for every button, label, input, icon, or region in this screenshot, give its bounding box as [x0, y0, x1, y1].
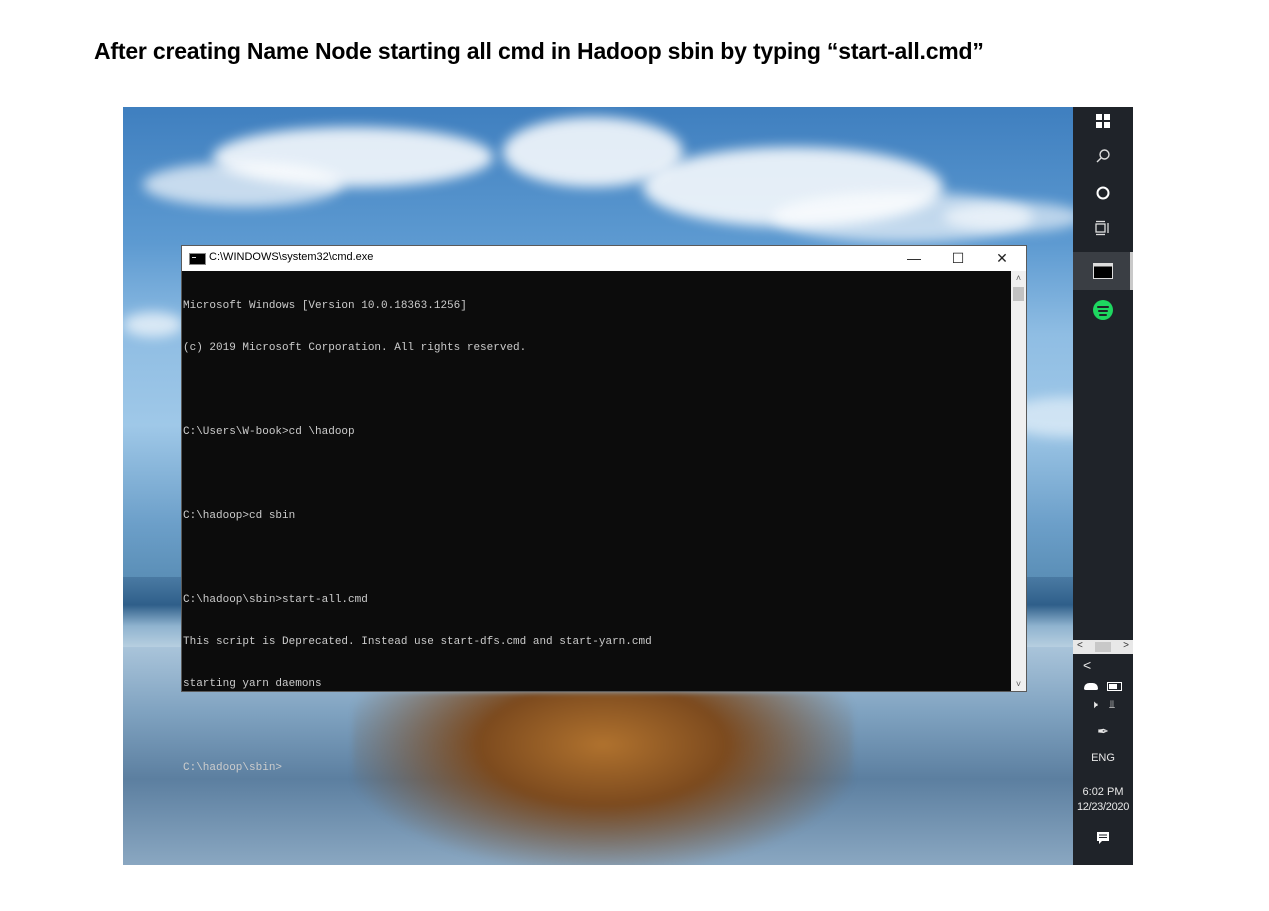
console-line: (c) 2019 Microsoft Corporation. All righ… [183, 342, 527, 354]
search-icon[interactable] [1073, 148, 1133, 169]
close-button[interactable]: ✕ [980, 246, 1024, 271]
console-line: This script is Deprecated. Instead use s… [183, 636, 652, 648]
pen-workspace-icon[interactable]: ✒ [1073, 723, 1133, 740]
windows-start-icon[interactable] [1073, 113, 1133, 134]
tray-scrollbar[interactable]: < > [1073, 640, 1133, 654]
volume-icon[interactable]: 🕨 [1091, 699, 1098, 711]
console-line: C:\Users\W-book>cd \hadoop [183, 426, 355, 438]
console-line: C:\hadoop\sbin>start-all.cmd [183, 594, 368, 606]
window-title: C:\WINDOWS\system32\cmd.exe [209, 251, 374, 263]
active-indicator [1130, 252, 1133, 290]
console-scrollbar[interactable]: ˄ ˅ [1011, 271, 1026, 691]
show-hidden-icons-chevron-icon[interactable]: < [1073, 657, 1133, 673]
console-line: Microsoft Windows [Version 10.0.18363.12… [183, 300, 467, 312]
tray-row-cloud-battery [1073, 680, 1133, 692]
clock-time[interactable]: 6:02 PM [1073, 786, 1133, 798]
maximize-button[interactable]: ☐ [936, 246, 980, 271]
task-view-icon[interactable] [1073, 220, 1133, 241]
language-indicator[interactable]: ENG [1073, 752, 1133, 764]
scroll-right-icon[interactable]: > [1123, 640, 1129, 651]
tray-row-volume-wifi: 🕨 ⫫ [1073, 699, 1133, 712]
window-titlebar[interactable]: C:\WINDOWS\system32\cmd.exe — ☐ ✕ [182, 246, 1026, 271]
cortana-icon[interactable] [1073, 185, 1133, 206]
scroll-left-icon[interactable]: < [1077, 640, 1083, 651]
taskbar: < > < 🕨 ⫫ ✒ ENG 6:02 PM 12/23/2020 [1073, 107, 1133, 865]
scroll-thumb[interactable] [1095, 642, 1111, 652]
battery-icon[interactable] [1107, 681, 1123, 691]
clock-date[interactable]: 12/23/2020 [1073, 801, 1133, 813]
cmd-window[interactable]: C:\WINDOWS\system32\cmd.exe — ☐ ✕ Micros… [181, 245, 1027, 774]
scrollbar-thumb[interactable] [1013, 287, 1024, 301]
cloud [143, 162, 343, 207]
wifi-icon[interactable]: ⫫ [1109, 699, 1115, 711]
action-center-icon[interactable] [1073, 831, 1133, 848]
cloud [123, 312, 183, 337]
console-line: C:\hadoop>cd sbin [183, 510, 296, 522]
minimize-button[interactable]: — [892, 246, 936, 271]
console-line: starting yarn daemons [183, 678, 322, 690]
cloud [943, 202, 1083, 232]
cmd-app-icon [189, 253, 206, 265]
taskbar-cmd-button[interactable] [1073, 252, 1133, 290]
scroll-down-icon[interactable]: ˅ [1011, 677, 1026, 691]
scroll-up-icon[interactable]: ˄ [1011, 271, 1026, 285]
spotify-icon[interactable] [1093, 300, 1113, 320]
page-caption: After creating Name Node starting all cm… [94, 38, 984, 64]
onedrive-icon[interactable] [1083, 682, 1098, 690]
console-output[interactable]: Microsoft Windows [Version 10.0.18363.12… [182, 271, 1012, 774]
console-prompt[interactable]: C:\hadoop\sbin> [183, 761, 1012, 775]
